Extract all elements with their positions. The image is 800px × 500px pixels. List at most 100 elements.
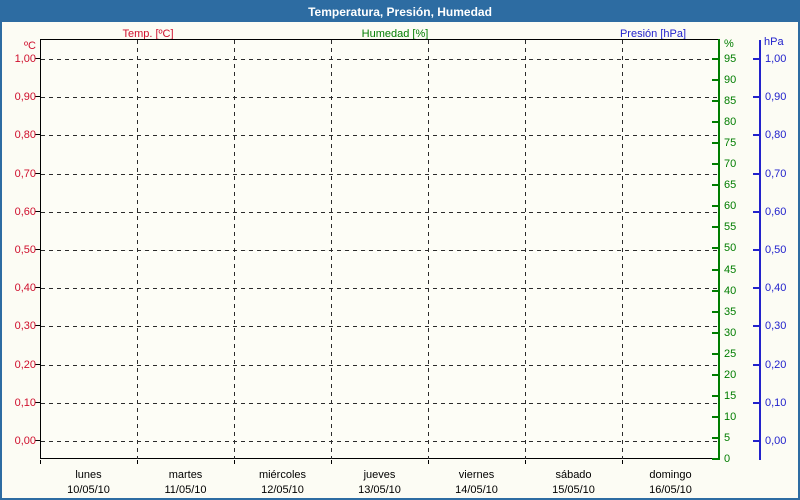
pressure-tick [753, 96, 759, 99]
gridline-horizontal [41, 250, 719, 251]
humidity-tick-label: 25 [724, 347, 737, 360]
pressure-tick-label: 0,10 [765, 396, 787, 409]
gridline-vertical [331, 40, 332, 459]
x-label-day-date: 11/05/10 [164, 484, 207, 496]
pressure-tick-label: 0,80 [765, 129, 787, 142]
humidity-tick-label: 5 [724, 431, 731, 444]
pressure-tick [753, 134, 759, 137]
x-label-day-name: jueves [363, 469, 396, 481]
temperature-tick-label: 1,00 [14, 53, 36, 65]
x-label-day-date: 16/05/10 [649, 484, 692, 496]
x-label-day-name: lunes [75, 469, 102, 481]
pressure-tick-label: 0,90 [765, 91, 787, 104]
humidity-tick-label: 85 [724, 95, 737, 108]
humidity-tick-label: 70 [724, 158, 737, 171]
gridline-vertical [622, 40, 623, 459]
pressure-tick-label: 0,70 [765, 167, 787, 180]
humidity-tick-label: 45 [724, 263, 737, 276]
date-axis-tick [622, 460, 623, 464]
humidity-tick [712, 121, 718, 124]
gridline-vertical [234, 40, 235, 459]
date-axis-tick [525, 460, 526, 464]
pressure-tick [753, 172, 759, 175]
gridline-horizontal [41, 173, 719, 175]
right-axis-unit-hpa: hPa [764, 36, 784, 48]
date-axis-tick [331, 460, 332, 464]
humidity-tick [712, 331, 718, 334]
pressure-tick [753, 401, 759, 404]
gridline-horizontal [41, 97, 719, 99]
humidity-tick-label: 15 [724, 389, 737, 402]
temperature-tick-label: 0,60 [14, 205, 36, 218]
temperature-tick-label: 0,70 [14, 167, 36, 180]
humidity-tick-label: 30 [724, 326, 737, 339]
humidity-tick-label: 55 [724, 221, 737, 234]
humidity-tick [712, 310, 718, 313]
humidity-tick [712, 352, 718, 355]
x-label-day-date: 10/05/10 [67, 484, 110, 496]
date-axis-tick [137, 460, 138, 464]
pressure-tick-label: 0,30 [765, 320, 787, 333]
date-axis-tick [234, 460, 235, 464]
humidity-tick [712, 142, 718, 145]
humidity-tick-label: 90 [724, 74, 737, 87]
temperature-tick-label: 0,30 [14, 320, 36, 333]
humidity-tick [712, 394, 718, 397]
humidity-tick-label: 50 [724, 242, 737, 255]
temperature-tick-label: 0,90 [14, 91, 36, 104]
humidity-tick [712, 163, 718, 166]
humidity-tick [712, 436, 718, 439]
gridline-horizontal [41, 211, 719, 213]
humidity-tick-label: 95 [724, 53, 737, 65]
gridline-vertical [525, 40, 526, 459]
humidity-tick-label: 40 [724, 284, 737, 297]
humidity-tick-label: 60 [724, 200, 737, 213]
chart-title-bar: Temperatura, Presión, Humedad [2, 2, 798, 22]
x-label-day-name: viernes [458, 469, 495, 481]
temperature-tick-label: 0,00 [14, 435, 36, 447]
humidity-tick [712, 247, 718, 250]
humidity-tick [712, 226, 718, 229]
humidity-tick-label: 10 [724, 410, 737, 423]
gridline-horizontal [41, 402, 719, 404]
pressure-tick [753, 440, 759, 442]
temperature-tick-label: 0,50 [14, 244, 36, 256]
pressure-tick-label: 0,00 [765, 435, 787, 447]
humidity-tick-label: 35 [724, 305, 737, 318]
pressure-tick-label: 0,40 [765, 282, 787, 295]
pressure-tick [753, 58, 759, 60]
date-axis-tick [428, 460, 429, 464]
humidity-tick [712, 184, 718, 187]
pressure-tick-label: 1,00 [765, 53, 787, 65]
pressure-tick-label: 0,50 [765, 244, 787, 256]
date-axis-tick [40, 460, 41, 464]
pressure-tick [753, 363, 759, 366]
gridline-horizontal [41, 135, 719, 137]
gridline-horizontal [41, 326, 719, 328]
humidity-tick [712, 58, 718, 60]
pressure-tick [753, 325, 759, 328]
humidity-tick-label: 20 [724, 368, 737, 381]
pressure-tick [753, 210, 759, 213]
x-label-day-date: 15/05/10 [552, 484, 595, 496]
x-label-day-date: 13/05/10 [358, 484, 401, 496]
temperature-tick-label: 0,80 [14, 129, 36, 142]
x-label-day-name: martes [168, 469, 203, 481]
gridline-vertical [137, 40, 138, 459]
plot-area [40, 39, 719, 459]
humidity-tick-label: 0 [724, 453, 731, 465]
pressure-tick-label: 0,20 [765, 358, 787, 371]
humidity-tick [712, 289, 718, 292]
gridline-horizontal [41, 288, 719, 290]
x-label-day-name: domingo [649, 469, 692, 481]
chart-window: Temperatura, Presión, Humedad Temp. [ºC]… [0, 0, 800, 500]
pressure-tick [753, 249, 759, 251]
humidity-tick [712, 458, 718, 460]
humidity-tick [712, 268, 718, 271]
x-label-day-date: 12/05/10 [261, 484, 304, 496]
x-label-day-date: 14/05/10 [455, 484, 498, 496]
humidity-tick [712, 205, 718, 208]
humidity-tick [712, 415, 718, 418]
gridline-horizontal [41, 441, 719, 442]
x-label-day-name: miércoles [258, 469, 307, 481]
